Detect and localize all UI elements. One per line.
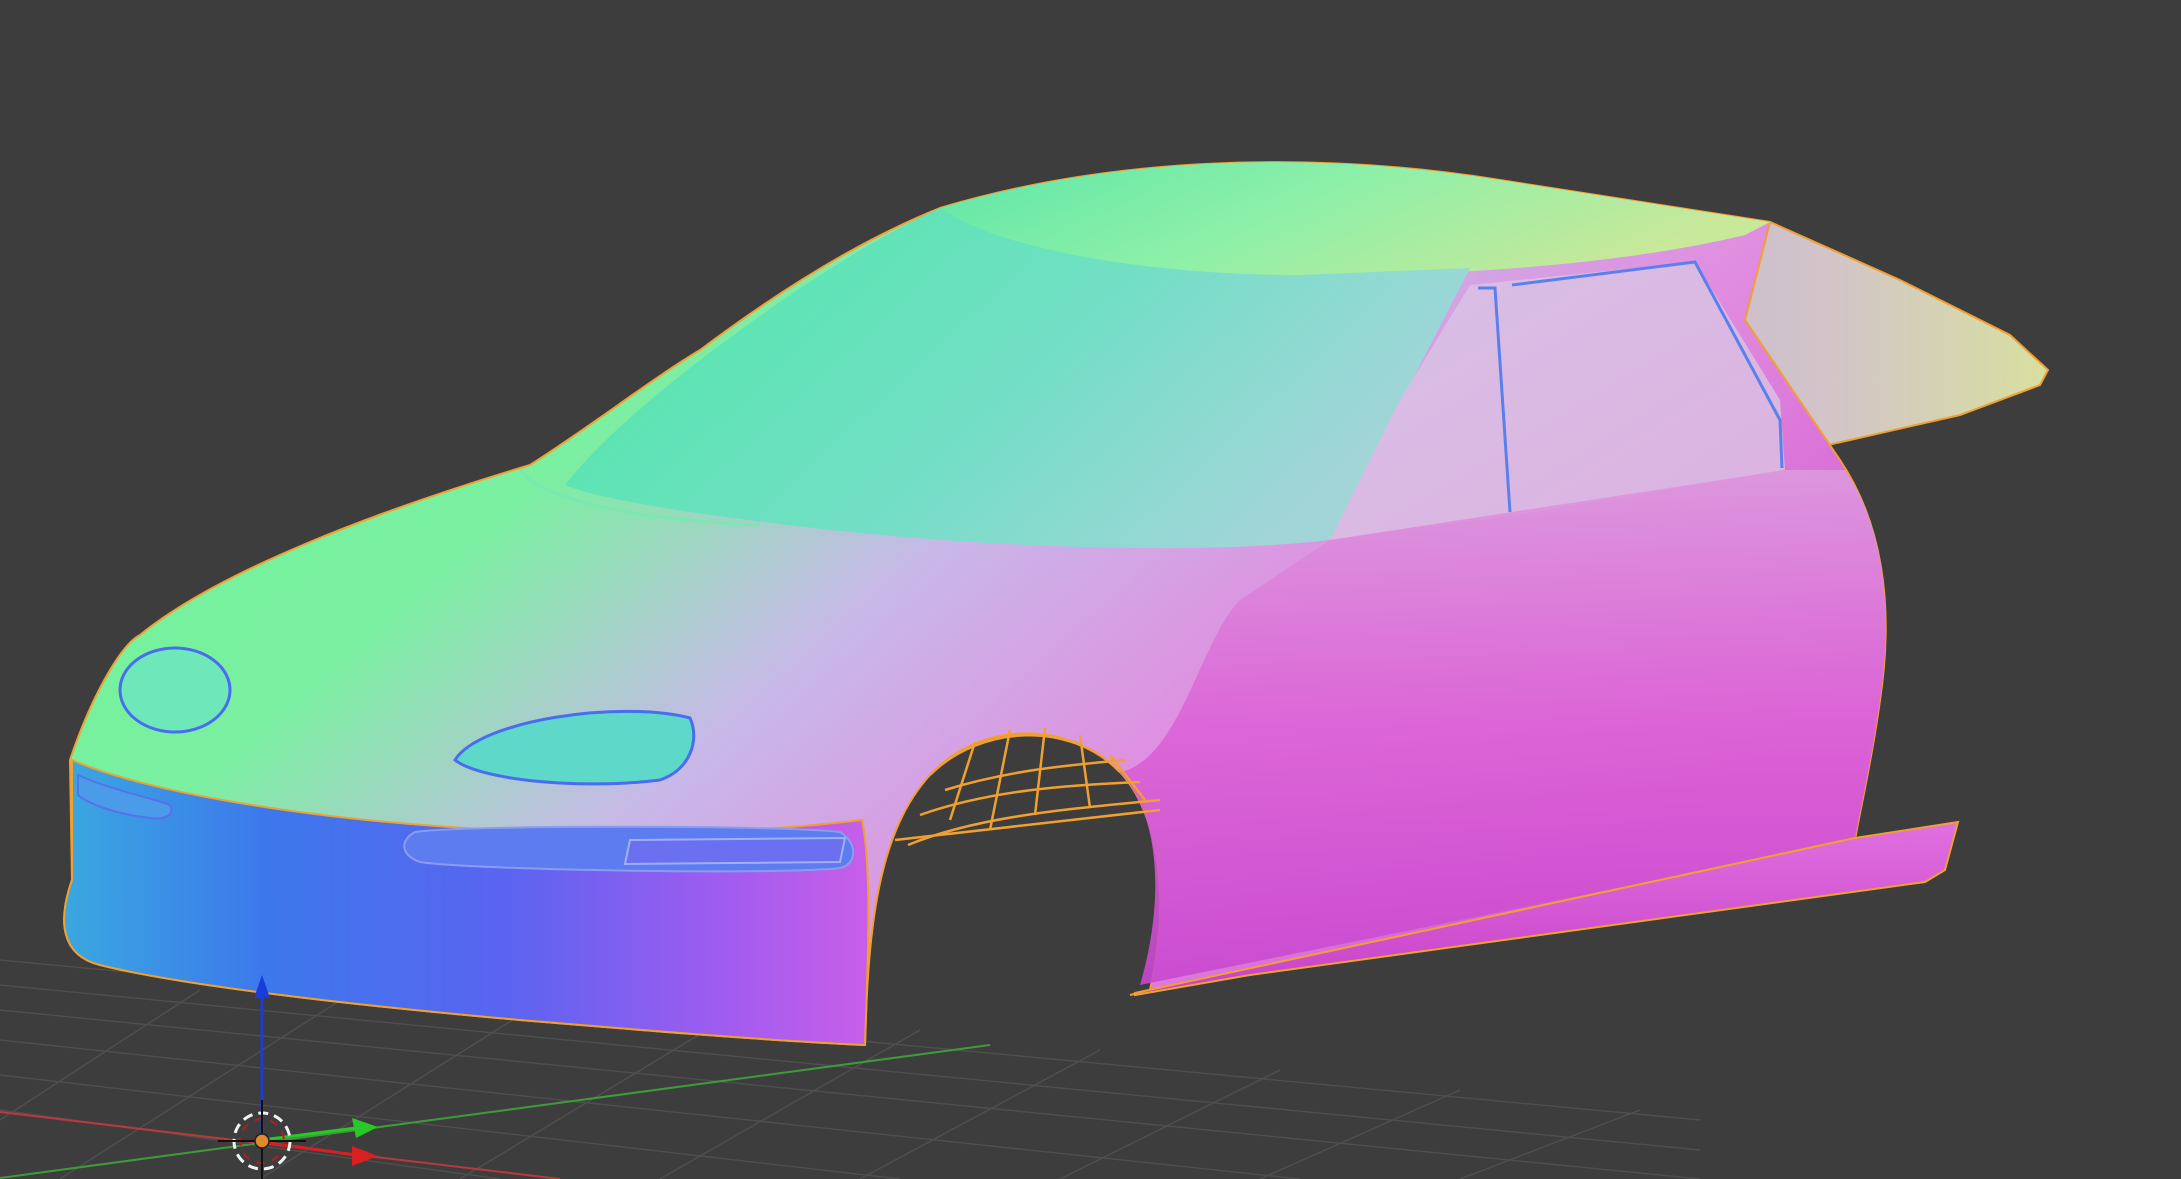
gizmo-center bbox=[254, 1133, 270, 1149]
car-body-mesh[interactable] bbox=[63, 161, 2050, 1047]
gizmo-x-arrow[interactable] bbox=[352, 1146, 378, 1166]
3d-viewport[interactable] bbox=[0, 0, 2181, 1179]
viewport-scene bbox=[0, 161, 2050, 1179]
gizmo-y-axis bbox=[261, 1126, 357, 1142]
front-vent-inner bbox=[623, 836, 847, 866]
gizmo-y-arrow[interactable] bbox=[352, 1118, 378, 1138]
headlight-left bbox=[118, 646, 232, 734]
3d-cursor-gizmo[interactable] bbox=[218, 975, 378, 1179]
